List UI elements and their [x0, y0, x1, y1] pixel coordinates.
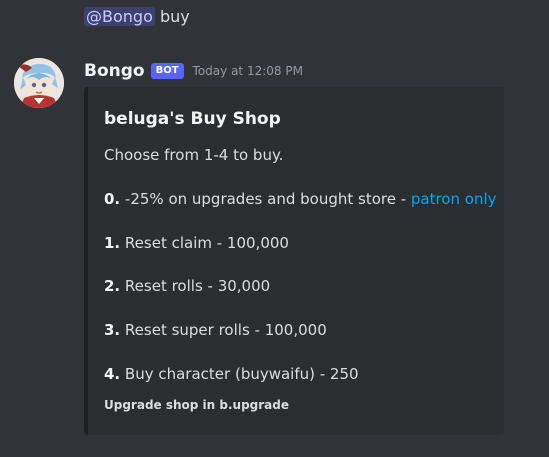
option-text: -25% on upgrades and bought store -: [124, 190, 411, 208]
option-number: 4.: [104, 365, 121, 383]
previous-message-text: buy: [159, 7, 190, 26]
shop-option: 4. Buy character (buywaifu) - 250: [104, 364, 359, 384]
embed-title: beluga's Buy Shop: [104, 109, 281, 129]
option-text: Reset claim - 100,000: [124, 234, 289, 252]
user-mention[interactable]: @Bongo: [84, 7, 155, 26]
embed-footer: Upgrade shop in b.upgrade: [104, 398, 289, 412]
message-header: Bongo BOT Today at 12:08 PM: [84, 58, 303, 84]
option-text: Reset rolls - 30,000: [124, 277, 271, 295]
shop-embed: beluga's Buy Shop Choose from 1-4 to buy…: [84, 87, 504, 435]
option-text: Reset super rolls - 100,000: [124, 321, 327, 339]
shop-option: 1. Reset claim - 100,000: [104, 233, 289, 253]
bot-tag-badge: BOT: [150, 63, 184, 79]
shop-option: 0. -25% on upgrades and bought store - p…: [104, 189, 497, 209]
option-number: 2.: [104, 277, 121, 295]
message-timestamp[interactable]: Today at 12:08 PM: [193, 64, 303, 78]
shop-option: 3. Reset super rolls - 100,000: [104, 320, 327, 340]
option-number: 1.: [104, 234, 121, 252]
embed-description: Choose from 1-4 to buy.: [104, 146, 284, 164]
previous-message: @Bongo buy: [84, 4, 190, 30]
option-number: 3.: [104, 321, 121, 339]
shop-option: 2. Reset rolls - 30,000: [104, 276, 270, 296]
avatar[interactable]: [14, 58, 64, 108]
patron-only-link[interactable]: patron only: [411, 190, 497, 208]
anime-character-avatar-icon: [14, 58, 64, 108]
option-number: 0.: [104, 190, 121, 208]
option-text: Buy character (buywaifu) - 250: [124, 365, 359, 383]
author-username[interactable]: Bongo: [84, 61, 145, 81]
